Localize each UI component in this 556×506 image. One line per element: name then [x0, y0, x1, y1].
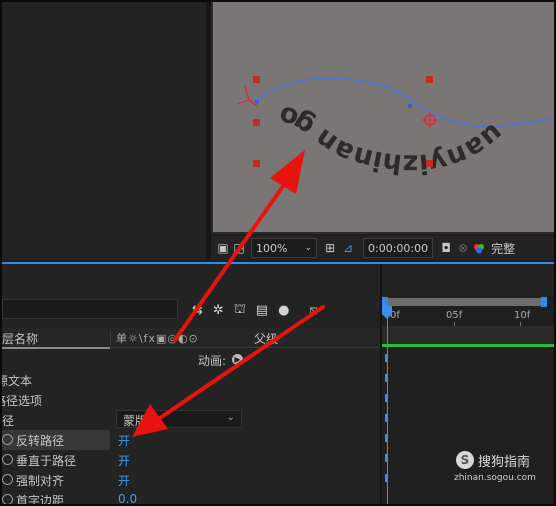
annotation-arrows: [132, 150, 325, 437]
